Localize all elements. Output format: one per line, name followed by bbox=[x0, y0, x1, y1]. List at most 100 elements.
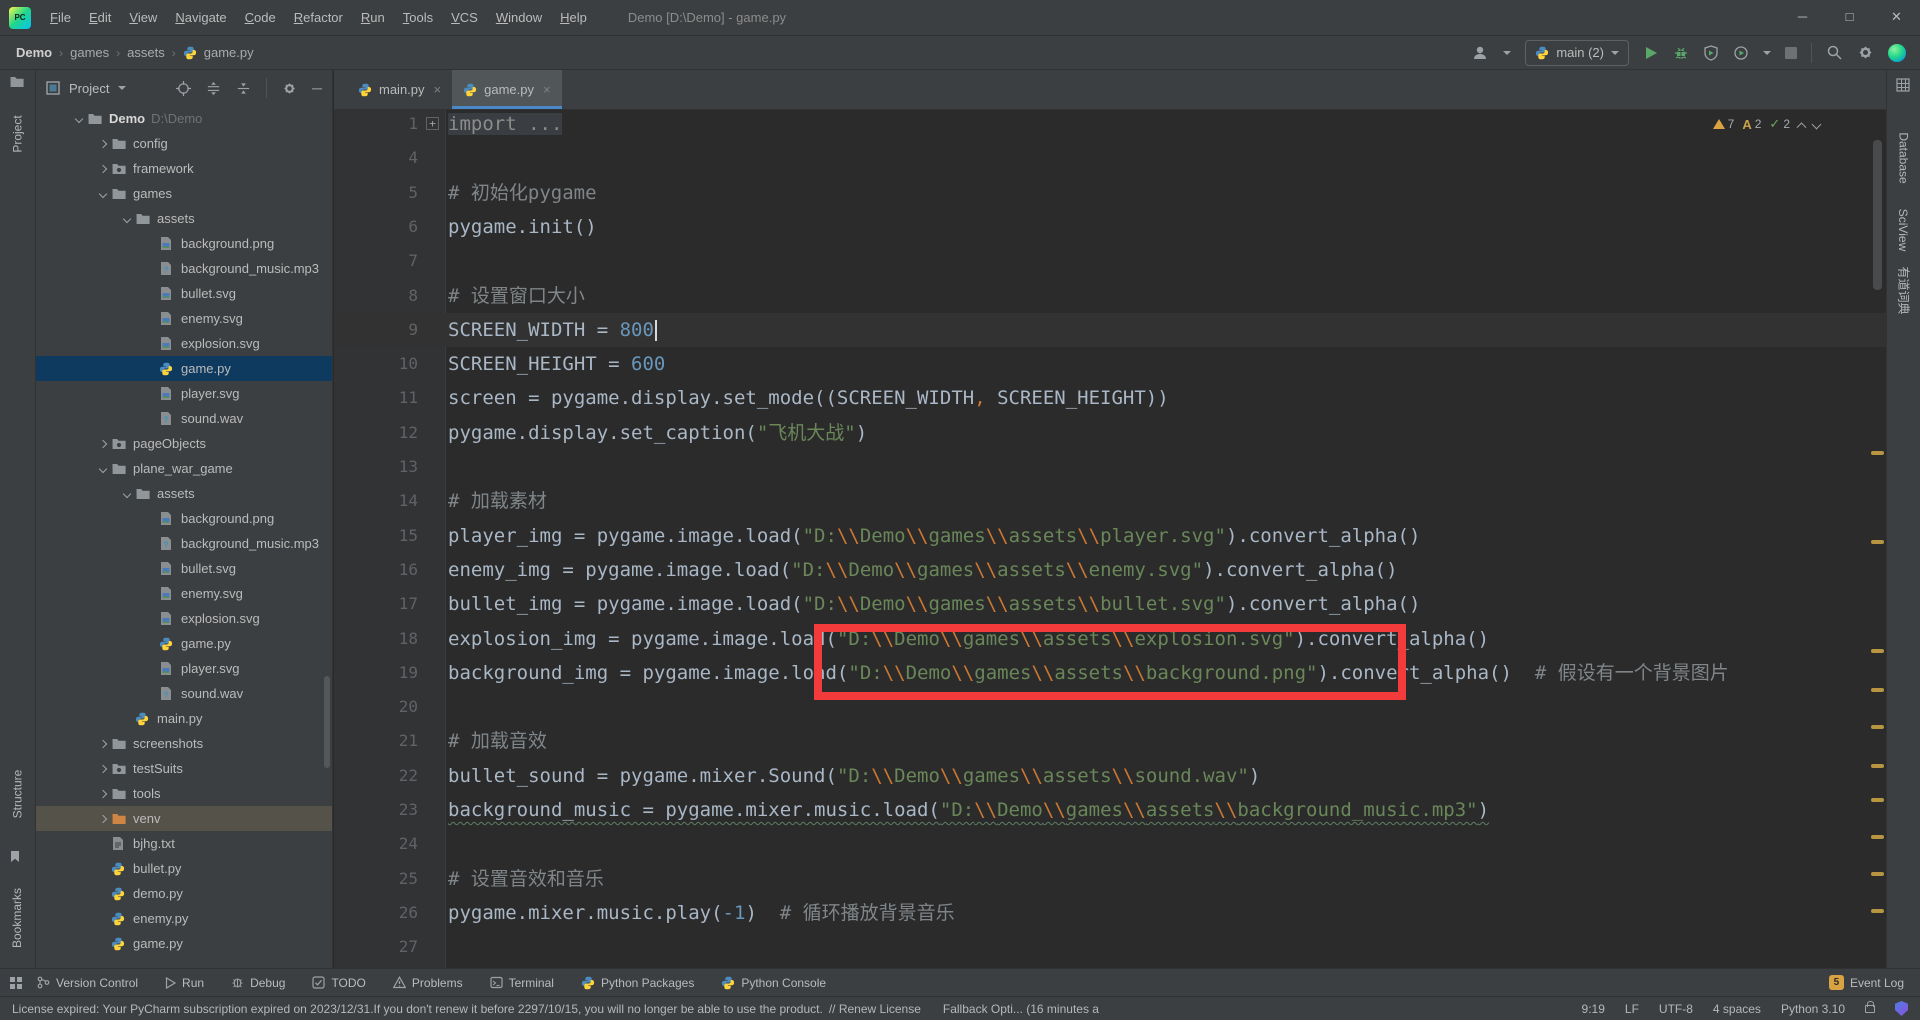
menu-vcs[interactable]: VCS bbox=[442, 0, 487, 35]
hide-panel-icon[interactable]: ─ bbox=[312, 80, 322, 96]
shield-icon[interactable] bbox=[1895, 1001, 1908, 1016]
project-scrollbar[interactable] bbox=[324, 676, 330, 768]
tool-window-button-debug[interactable]: Debug bbox=[231, 976, 285, 990]
tool-window-button-problems[interactable]: Problems bbox=[392, 976, 463, 990]
stop-button[interactable] bbox=[1785, 46, 1797, 59]
debug-button[interactable] bbox=[1673, 45, 1689, 61]
menu-run[interactable]: Run bbox=[352, 0, 394, 35]
code-line-11[interactable]: 11 screen = pygame.display.set_mode((SCRE… bbox=[334, 381, 1886, 415]
error-stripe-mark[interactable] bbox=[1871, 451, 1884, 455]
tree-item-venv[interactable]: venv bbox=[36, 806, 332, 831]
tree-item-bullet.py[interactable]: bullet.py bbox=[36, 856, 332, 881]
tool-window-button-todo[interactable]: TODO bbox=[312, 976, 366, 990]
tree-item-enemy.svg[interactable]: enemy.svg bbox=[36, 306, 332, 331]
code-line-21[interactable]: 21 # 加载音效 bbox=[334, 724, 1886, 758]
minimize-button[interactable]: ─ bbox=[1779, 0, 1826, 36]
error-stripe-mark[interactable] bbox=[1871, 649, 1884, 653]
tree-item-game.py[interactable]: game.py bbox=[36, 356, 332, 381]
caret-position[interactable]: 9:19 bbox=[1582, 1002, 1605, 1016]
tab-close-icon[interactable]: × bbox=[434, 82, 442, 97]
tool-window-button-bookmarks[interactable]: Bookmarks bbox=[0, 870, 35, 966]
renew-license-link[interactable]: // Renew License bbox=[829, 1002, 921, 1016]
tree-item-assets[interactable]: assets bbox=[36, 481, 332, 506]
code-line-22[interactable]: 22 bullet_sound = pygame.mixer.Sound("D:\… bbox=[334, 759, 1886, 793]
code-line-16[interactable]: 16 enemy_img = pygame.image.load("D:\\Dem… bbox=[334, 553, 1886, 587]
code-line-4[interactable]: 4 bbox=[334, 141, 1886, 175]
code-line-13[interactable]: 13 bbox=[334, 450, 1886, 484]
code-line-5[interactable]: 5 # 初始化pygame bbox=[334, 176, 1886, 210]
breadcrumb-item[interactable]: game.py bbox=[204, 45, 254, 60]
tree-item-enemy.svg[interactable]: enemy.svg bbox=[36, 581, 332, 606]
panel-settings-gear-icon[interactable] bbox=[282, 81, 297, 96]
search-icon[interactable] bbox=[1826, 44, 1843, 61]
tool-window-button-terminal[interactable]: Terminal bbox=[489, 976, 554, 990]
error-stripe-mark[interactable] bbox=[1871, 688, 1884, 692]
tree-item-plane_war_game[interactable]: plane_war_game bbox=[36, 456, 332, 481]
tree-chevron-down-icon[interactable] bbox=[94, 464, 111, 473]
tree-item-bjhg.txt[interactable]: bjhg.txt bbox=[36, 831, 332, 856]
tree-item-background_music.mp3[interactable]: ? background_music.mp3 bbox=[36, 531, 332, 556]
tree-item-sound.wav[interactable]: ? sound.wav bbox=[36, 406, 332, 431]
close-button[interactable]: ✕ bbox=[1873, 0, 1920, 36]
python-interpreter[interactable]: Python 3.10 bbox=[1781, 1002, 1845, 1016]
tool-window-button-version-control[interactable]: Version Control bbox=[37, 976, 138, 990]
code-line-17[interactable]: 17 bullet_img = pygame.image.load("D:\\De… bbox=[334, 587, 1886, 621]
tree-item-sound.wav[interactable]: ? sound.wav bbox=[36, 681, 332, 706]
expand-all-icon[interactable] bbox=[206, 81, 221, 96]
tab-close-icon[interactable]: × bbox=[543, 82, 551, 97]
code-line-25[interactable]: 25 # 设置音效和音乐 bbox=[334, 862, 1886, 896]
menu-tools[interactable]: Tools bbox=[394, 0, 442, 35]
tree-item-background.png[interactable]: background.png bbox=[36, 231, 332, 256]
tree-item-enemy.py[interactable]: enemy.py bbox=[36, 906, 332, 931]
tree-item-config[interactable]: config bbox=[36, 131, 332, 156]
file-encoding[interactable]: UTF-8 bbox=[1659, 1002, 1693, 1016]
error-stripe-mark[interactable] bbox=[1871, 764, 1884, 768]
tree-item-player.svg[interactable]: player.svg bbox=[36, 656, 332, 681]
tree-chevron-right-icon[interactable] bbox=[94, 164, 111, 173]
menu-view[interactable]: View bbox=[120, 0, 166, 35]
user-icon[interactable] bbox=[1471, 44, 1489, 62]
tree-item-screenshots[interactable]: screenshots bbox=[36, 731, 332, 756]
run-config-selector[interactable]: main (2) bbox=[1525, 39, 1629, 66]
tree-item-assets[interactable]: assets bbox=[36, 206, 332, 231]
line-ending[interactable]: LF bbox=[1625, 1002, 1639, 1016]
code-line-6[interactable]: 6 pygame.init() bbox=[334, 210, 1886, 244]
tree-item-background.png[interactable]: background.png bbox=[36, 506, 332, 531]
tool-window-button-structure[interactable]: Structure bbox=[0, 746, 35, 842]
code-editor[interactable]: 7 A2 ✓ 2 1 + import ... 4 5 # 初始化pygame 6 pygame… bbox=[334, 110, 1886, 968]
code-line-26[interactable]: 26 pygame.mixer.music.play(-1) # 循环播放背景音乐 bbox=[334, 896, 1886, 930]
error-stripe-mark[interactable] bbox=[1871, 798, 1884, 802]
database-grid-icon[interactable] bbox=[1896, 78, 1910, 92]
code-line-10[interactable]: 10 SCREEN_HEIGHT = 600 bbox=[334, 347, 1886, 381]
settings-gear-icon[interactable] bbox=[1857, 44, 1874, 61]
tool-window-button-python-packages[interactable]: Python Packages bbox=[581, 976, 694, 990]
menu-help[interactable]: Help bbox=[551, 0, 596, 35]
project-view-dropdown-icon[interactable] bbox=[118, 86, 127, 90]
tree-chevron-down-icon[interactable] bbox=[70, 114, 87, 123]
code-line-15[interactable]: 15 player_img = pygame.image.load("D:\\De… bbox=[334, 519, 1886, 553]
code-line-12[interactable]: 12 pygame.display.set_caption("飞机大战") bbox=[334, 416, 1886, 450]
tree-item-game.py[interactable]: game.py bbox=[36, 631, 332, 656]
code-line-23[interactable]: 23 background_music = pygame.mixer.music.… bbox=[334, 793, 1886, 827]
lock-icon[interactable] bbox=[1865, 1000, 1875, 1013]
tree-item-games[interactable]: games bbox=[36, 181, 332, 206]
tree-item-Demo[interactable]: Demo D:\Demo bbox=[36, 106, 332, 131]
profiler-button[interactable] bbox=[1733, 45, 1749, 61]
locate-file-icon[interactable] bbox=[176, 80, 192, 96]
code-line-1[interactable]: 1 + import ... bbox=[334, 110, 1886, 141]
tree-chevron-right-icon[interactable] bbox=[94, 739, 111, 748]
tree-item-bullet.svg[interactable]: bullet.svg bbox=[36, 281, 332, 306]
coverage-button[interactable] bbox=[1703, 44, 1719, 61]
code-line-14[interactable]: 14 # 加载素材 bbox=[334, 484, 1886, 518]
tree-item-main.py[interactable]: main.py bbox=[36, 706, 332, 731]
menu-file[interactable]: File bbox=[41, 0, 80, 35]
user-dropdown-icon[interactable] bbox=[1503, 50, 1512, 55]
menu-refactor[interactable]: Refactor bbox=[285, 0, 352, 35]
tab-main.py[interactable]: main.py × bbox=[347, 70, 452, 109]
tree-item-framework[interactable]: framework bbox=[36, 156, 332, 181]
tree-item-testSuits[interactable]: testSuits bbox=[36, 756, 332, 781]
tree-chevron-right-icon[interactable] bbox=[94, 439, 111, 448]
menu-code[interactable]: Code bbox=[236, 0, 285, 35]
tree-item-explosion.svg[interactable]: explosion.svg bbox=[36, 606, 332, 631]
tree-item-explosion.svg[interactable]: explosion.svg bbox=[36, 331, 332, 356]
